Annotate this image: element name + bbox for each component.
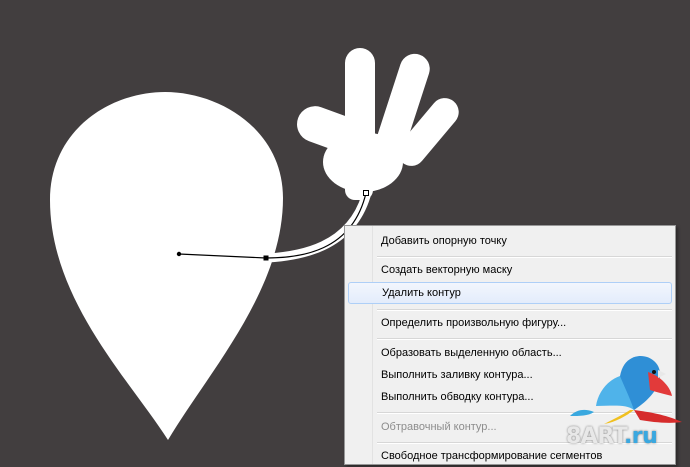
watermark-brand: 8ART	[566, 424, 624, 449]
anchor-point-end[interactable]	[363, 190, 369, 196]
anchor-point-mid[interactable]	[263, 255, 269, 261]
menu-item-add-anchor-point[interactable]: Добавить опорную точку	[348, 230, 672, 252]
anchor-point-start[interactable]	[176, 251, 182, 257]
hand-shape[interactable]	[292, 48, 464, 200]
menu-item-delete-path[interactable]: Удалить контур	[348, 282, 672, 304]
watermark-logo-text: 8ART.ru	[566, 424, 658, 449]
menu-separator	[377, 309, 672, 311]
teardrop-shape[interactable]	[50, 92, 283, 440]
watermark-domain: .ru	[623, 424, 658, 449]
menu-item-define-custom-shape[interactable]: Определить произвольную фигуру...	[348, 312, 672, 334]
menu-separator	[377, 256, 672, 258]
menu-item-create-vector-mask[interactable]: Создать векторную маску	[348, 259, 672, 281]
menu-separator	[377, 338, 672, 340]
